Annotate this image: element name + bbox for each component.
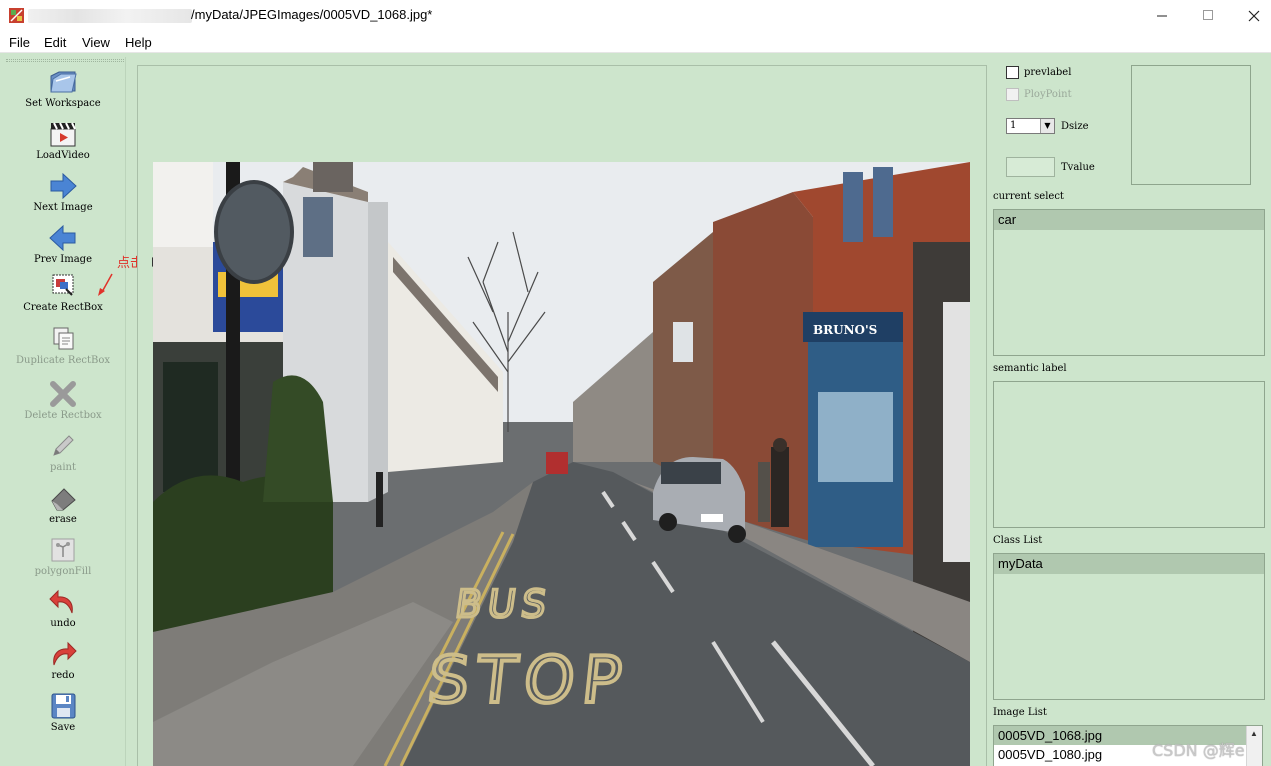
toolbar-grip[interactable]: [6, 59, 124, 62]
chevron-down-icon: ▼: [1040, 119, 1054, 133]
app-logo-icon: [9, 8, 24, 23]
close-icon: [1248, 10, 1260, 21]
save-icon: [51, 693, 76, 719]
tool-label: Delete Rectbox: [24, 410, 102, 421]
next-image-button[interactable]: Next Image: [4, 171, 122, 223]
annotation-arrow-icon: [98, 273, 113, 296]
undo-button[interactable]: undo: [4, 587, 122, 639]
erase-button[interactable]: erase: [4, 483, 122, 535]
tool-label: erase: [49, 514, 77, 525]
left-toolbar: Set Workspace LoadVideo Next Image Prev …: [4, 57, 126, 766]
pencil-icon: [53, 435, 74, 456]
semantic-label-heading: semantic label: [993, 363, 1067, 374]
scroll-up-icon[interactable]: ▲: [1250, 729, 1258, 738]
title-bar: /myData/JPEGImages/0005VD_1068.jpg*: [0, 0, 1271, 31]
polygon-fill-button[interactable]: polygonFill: [4, 535, 122, 587]
delete-rectbox-button[interactable]: Delete Rectbox: [4, 379, 122, 431]
arrow-left-icon: [49, 224, 76, 252]
video-clapper-icon: [50, 122, 76, 147]
tool-label: undo: [50, 618, 76, 629]
set-workspace-button[interactable]: Set Workspace: [4, 67, 122, 119]
tool-label: Prev Image: [34, 254, 92, 265]
image-list-label: Image List: [993, 707, 1047, 718]
menu-help[interactable]: Help: [125, 35, 152, 50]
street-photo[interactable]: BRUNO'S BUS STOP: [153, 162, 970, 766]
current-select-list[interactable]: car: [993, 209, 1265, 356]
preview-panel: [1131, 65, 1251, 185]
create-rectbox-icon: [52, 274, 74, 296]
maximize-icon: [1202, 10, 1213, 20]
shop-sign-text: BRUNO'S: [813, 323, 877, 337]
dsize-select[interactable]: 1 ▼: [1006, 118, 1055, 134]
road-text-stop: STOP: [425, 643, 634, 718]
ploypoint-label: PloyPoint: [1024, 89, 1072, 100]
duplicate-icon: [53, 327, 74, 350]
street-scene: BRUNO'S BUS STOP: [153, 162, 970, 766]
blurred-path: [28, 9, 192, 23]
menu-bar: File Edit View Help: [0, 31, 1271, 53]
semantic-label-list[interactable]: [993, 381, 1265, 528]
delete-icon: [50, 381, 76, 407]
folder-icon: [50, 71, 77, 93]
tool-label: redo: [51, 670, 75, 681]
tool-label: LoadVideo: [36, 150, 90, 161]
watermark: CSDN @辉e: [1152, 741, 1245, 760]
dsize-label: Dsize: [1061, 121, 1089, 132]
close-button[interactable]: [1231, 0, 1271, 31]
ploypoint-checkbox[interactable]: [1006, 88, 1019, 101]
tool-label: polygonFill: [34, 566, 92, 577]
class-list-label: Class List: [993, 535, 1043, 546]
load-video-button[interactable]: LoadVideo: [4, 119, 122, 171]
tool-label: Next Image: [33, 202, 93, 213]
class-list[interactable]: myData: [993, 553, 1265, 700]
tvalue-label: Tvalue: [1061, 162, 1095, 173]
paint-button[interactable]: paint: [4, 431, 122, 483]
undo-icon: [49, 589, 73, 614]
tool-label: paint: [49, 462, 77, 473]
duplicate-rectbox-button[interactable]: Duplicate RectBox: [4, 324, 122, 376]
tool-label: Create RectBox: [23, 302, 103, 313]
menu-file[interactable]: File: [9, 35, 30, 50]
road-text-bus: BUS: [453, 583, 555, 627]
maximize-button[interactable]: [1185, 0, 1231, 31]
minimize-icon: [1156, 15, 1167, 17]
redo-button[interactable]: redo: [4, 639, 122, 691]
arrow-right-icon: [50, 172, 77, 200]
tvalue-field[interactable]: [1006, 157, 1055, 177]
prev-image-button[interactable]: Prev Image: [4, 223, 122, 275]
eraser-icon: [51, 488, 76, 511]
prevlabel-label: prevlabel: [1024, 67, 1072, 78]
tool-label: Set Workspace: [25, 98, 101, 109]
save-button[interactable]: Save: [4, 691, 122, 743]
window-title: /myData/JPEGImages/0005VD_1068.jpg*: [191, 7, 433, 22]
prevlabel-checkbox[interactable]: [1006, 66, 1019, 79]
dsize-value: 1: [1010, 120, 1017, 131]
polygon-fill-icon: [51, 538, 75, 562]
menu-edit[interactable]: Edit: [44, 35, 66, 50]
current-select-label: current select: [993, 191, 1064, 202]
redo-icon: [53, 641, 77, 666]
tool-label: Duplicate RectBox: [15, 355, 110, 366]
list-item[interactable]: myData: [994, 554, 1264, 574]
minimize-button[interactable]: [1139, 0, 1185, 31]
list-item[interactable]: car: [994, 210, 1264, 230]
tool-label: Save: [50, 722, 76, 733]
menu-view[interactable]: View: [82, 35, 110, 50]
image-list-scrollbar[interactable]: ▲: [1246, 726, 1262, 766]
